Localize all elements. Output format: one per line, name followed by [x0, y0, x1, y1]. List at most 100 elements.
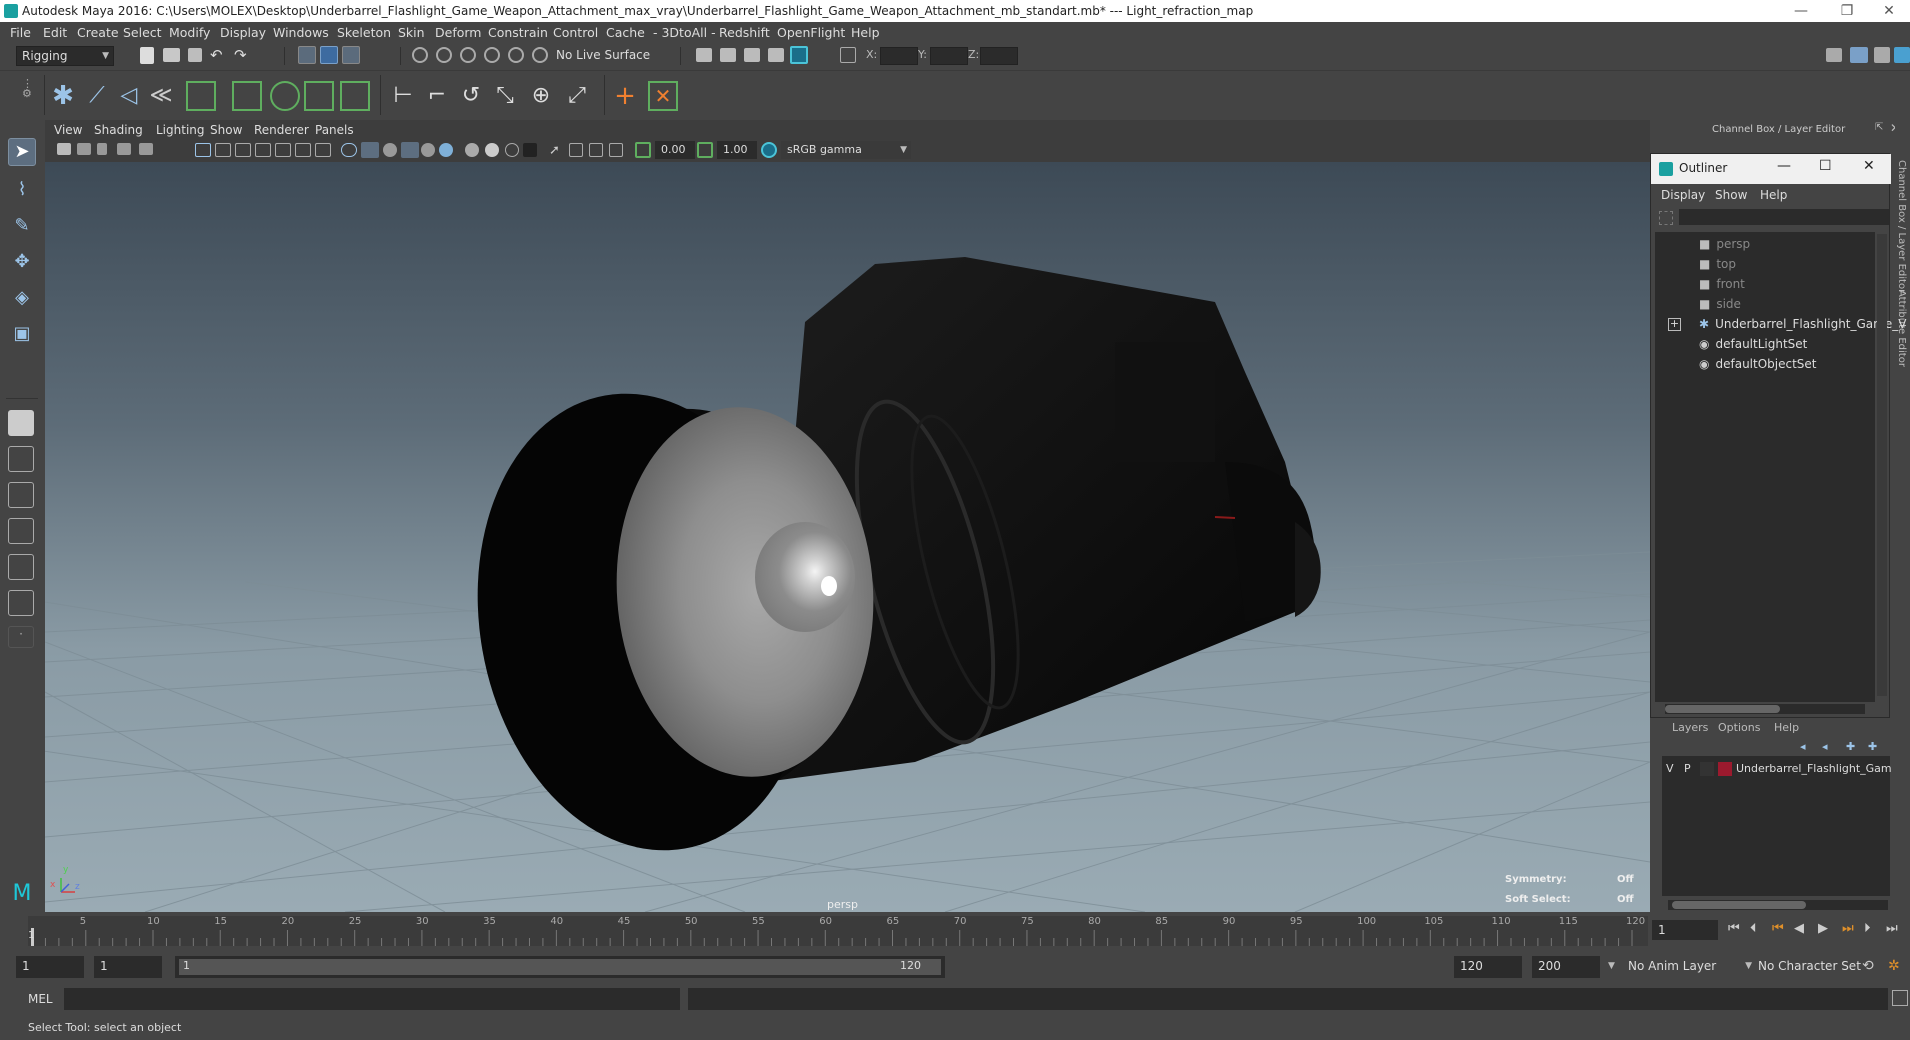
vp-menu-view[interactable]: View	[54, 123, 82, 137]
auto-key-icon[interactable]: ⟲	[1862, 958, 1874, 974]
xray-joints-icon[interactable]	[609, 143, 623, 157]
menu-display[interactable]: Display	[220, 25, 266, 40]
use-all-lights-icon[interactable]	[421, 143, 435, 157]
menu-cache[interactable]: Cache	[606, 25, 645, 40]
outliner-item-defaultlightset[interactable]: ◉ defaultLightSet	[1699, 334, 1807, 354]
preferences-icon[interactable]: ✲	[1888, 958, 1900, 974]
parent-constraint-icon[interactable]: ⊕	[526, 81, 556, 111]
scale-constraint-icon[interactable]: ⤡	[490, 81, 520, 111]
menu-redshift[interactable]: Redshift	[719, 25, 770, 40]
step-forward-key-button[interactable]: ⏭	[1842, 921, 1854, 936]
x-field[interactable]	[880, 47, 918, 65]
playback-end-field[interactable]: 120	[1454, 956, 1522, 978]
menu-edit[interactable]: Edit	[43, 25, 67, 40]
2d-pan-zoom-icon[interactable]	[139, 143, 153, 155]
command-input[interactable]	[64, 988, 680, 1010]
restore-button[interactable]: ❐	[1824, 0, 1870, 22]
select-component-icon[interactable]	[342, 46, 360, 64]
handle-icon[interactable]: ✕	[648, 81, 678, 111]
outliner-minimize-button[interactable]: —	[1777, 158, 1791, 174]
multisample-aa-icon[interactable]	[505, 143, 519, 157]
layers-horizontal-scrollbar[interactable]	[1668, 900, 1888, 910]
render-view-icon[interactable]	[696, 48, 712, 62]
outliner-item-front[interactable]: ■ front	[1699, 274, 1745, 294]
exposure-field[interactable]: 0.00	[655, 141, 695, 159]
pole-vector-icon[interactable]: ⤢	[562, 81, 592, 111]
wrap-icon[interactable]	[270, 81, 300, 111]
attribute-editor-toggle-icon[interactable]	[1874, 47, 1890, 63]
play-forwards-button[interactable]: ▶	[1818, 921, 1828, 936]
cluster-icon[interactable]	[186, 81, 216, 111]
depth-of-field-icon[interactable]	[523, 143, 537, 157]
expand-icon[interactable]: +	[1668, 318, 1681, 331]
camera-attributes-icon[interactable]	[77, 143, 91, 155]
select-hierarchy-icon[interactable]	[298, 46, 316, 64]
outliner-menu-display[interactable]: Display	[1661, 188, 1705, 202]
move-tool-icon[interactable]: ✥	[8, 248, 36, 276]
scale-tool-icon[interactable]: ▣	[8, 320, 36, 348]
vp-menu-show[interactable]: Show	[210, 123, 242, 137]
select-tool-icon[interactable]: ➤	[8, 138, 36, 166]
outliner-item-persp[interactable]: ■ persp	[1699, 234, 1750, 254]
textured-icon[interactable]	[401, 142, 419, 158]
layer-type-toggle[interactable]	[1700, 762, 1714, 776]
shadows-icon[interactable]	[439, 143, 453, 157]
side-by-side-layout-icon[interactable]	[8, 482, 34, 508]
menu-modify[interactable]: Modify	[169, 25, 210, 40]
go-to-end-button[interactable]: ⏭	[1886, 921, 1898, 936]
minimize-button[interactable]: —	[1778, 0, 1824, 22]
image-plane-icon[interactable]	[117, 143, 131, 155]
snap-grid-icon[interactable]	[412, 47, 428, 63]
vp-menu-panels[interactable]: Panels	[315, 123, 354, 137]
lasso-tool-icon[interactable]: ⌇	[8, 176, 36, 204]
default-material-icon[interactable]	[383, 143, 397, 157]
menu-constrain[interactable]: Constrain	[488, 25, 548, 40]
range-slider-handle[interactable]: 1 120	[179, 959, 941, 975]
film-gate-icon[interactable]	[215, 143, 231, 157]
colorspace-dropdown[interactable]: sRGB gamma ▼	[781, 141, 911, 159]
render-frame-icon[interactable]	[720, 48, 736, 62]
live-surface-label[interactable]: No Live Surface	[556, 48, 650, 62]
modeling-toolkit-icon[interactable]	[1826, 48, 1842, 62]
paint-select-icon[interactable]: ✎	[8, 212, 36, 240]
menu-create[interactable]: Create	[77, 25, 119, 40]
menu-select[interactable]: Select	[123, 25, 162, 40]
tab-channel-box[interactable]: Channel Box / Layer Editor	[1896, 160, 1907, 293]
viewport-canvas[interactable]: x y z persp Symmetry: Off Soft Select: O…	[45, 162, 1650, 912]
channel-box-toggle-icon[interactable]	[1850, 47, 1868, 63]
close-button[interactable]: ✕	[1866, 0, 1910, 22]
resolution-gate-icon[interactable]	[235, 143, 251, 157]
xray-icon[interactable]	[569, 143, 583, 157]
snap-view-plane-icon[interactable]	[484, 47, 500, 63]
time-slider-track[interactable]: 1 5 10 15 20 25 30 35 40 45 50 55 60 65 70 75 80 85 90 95 1…	[28, 916, 1648, 946]
field-chart-icon[interactable]	[275, 143, 291, 157]
select-object-icon[interactable]	[320, 46, 338, 64]
hypershade-icon[interactable]	[790, 46, 808, 64]
outliner-filter-icon[interactable]	[1659, 211, 1673, 225]
persp-graph-layout-icon[interactable]	[8, 518, 34, 544]
ik-handle-icon[interactable]: ⟋	[82, 81, 112, 111]
gate-mask-icon[interactable]	[255, 143, 271, 157]
menu-3dtoall[interactable]: - 3DtoAll -	[653, 25, 716, 40]
layer-color-swatch[interactable]	[1718, 762, 1732, 776]
color-management-icon[interactable]	[761, 142, 777, 158]
outliner-item-side[interactable]: ■ side	[1699, 294, 1741, 314]
range-slider-bar[interactable]: 1 120	[175, 956, 945, 978]
wire-deformer-icon[interactable]	[340, 81, 370, 111]
menu-set-dropdown[interactable]: Rigging ▼	[16, 46, 114, 66]
mel-label[interactable]: MEL	[28, 992, 53, 1006]
outliner-maximize-button[interactable]: ☐	[1819, 158, 1832, 174]
single-layout-icon[interactable]	[8, 410, 34, 436]
gamma-icon[interactable]	[697, 142, 713, 158]
new-layer-icon[interactable]: ✚	[1846, 740, 1855, 753]
layers-menu-layers[interactable]: Layers	[1672, 721, 1708, 734]
scene-end-field[interactable]: 200	[1532, 956, 1600, 978]
isolate-select-icon[interactable]: ➚	[549, 143, 563, 158]
lattice-icon[interactable]	[232, 81, 262, 111]
outliner-item-defaultobjectset[interactable]: ◉ defaultObjectSet	[1699, 354, 1817, 374]
outliner-item-flashlight[interactable]: ✱ Underbarrel_Flashlight_Game_V	[1699, 314, 1906, 334]
menu-skin[interactable]: Skin	[398, 25, 425, 40]
outliner-item-top[interactable]: ■ top	[1699, 254, 1736, 274]
xray-active-icon[interactable]	[589, 143, 603, 157]
new-scene-icon[interactable]	[140, 47, 154, 64]
